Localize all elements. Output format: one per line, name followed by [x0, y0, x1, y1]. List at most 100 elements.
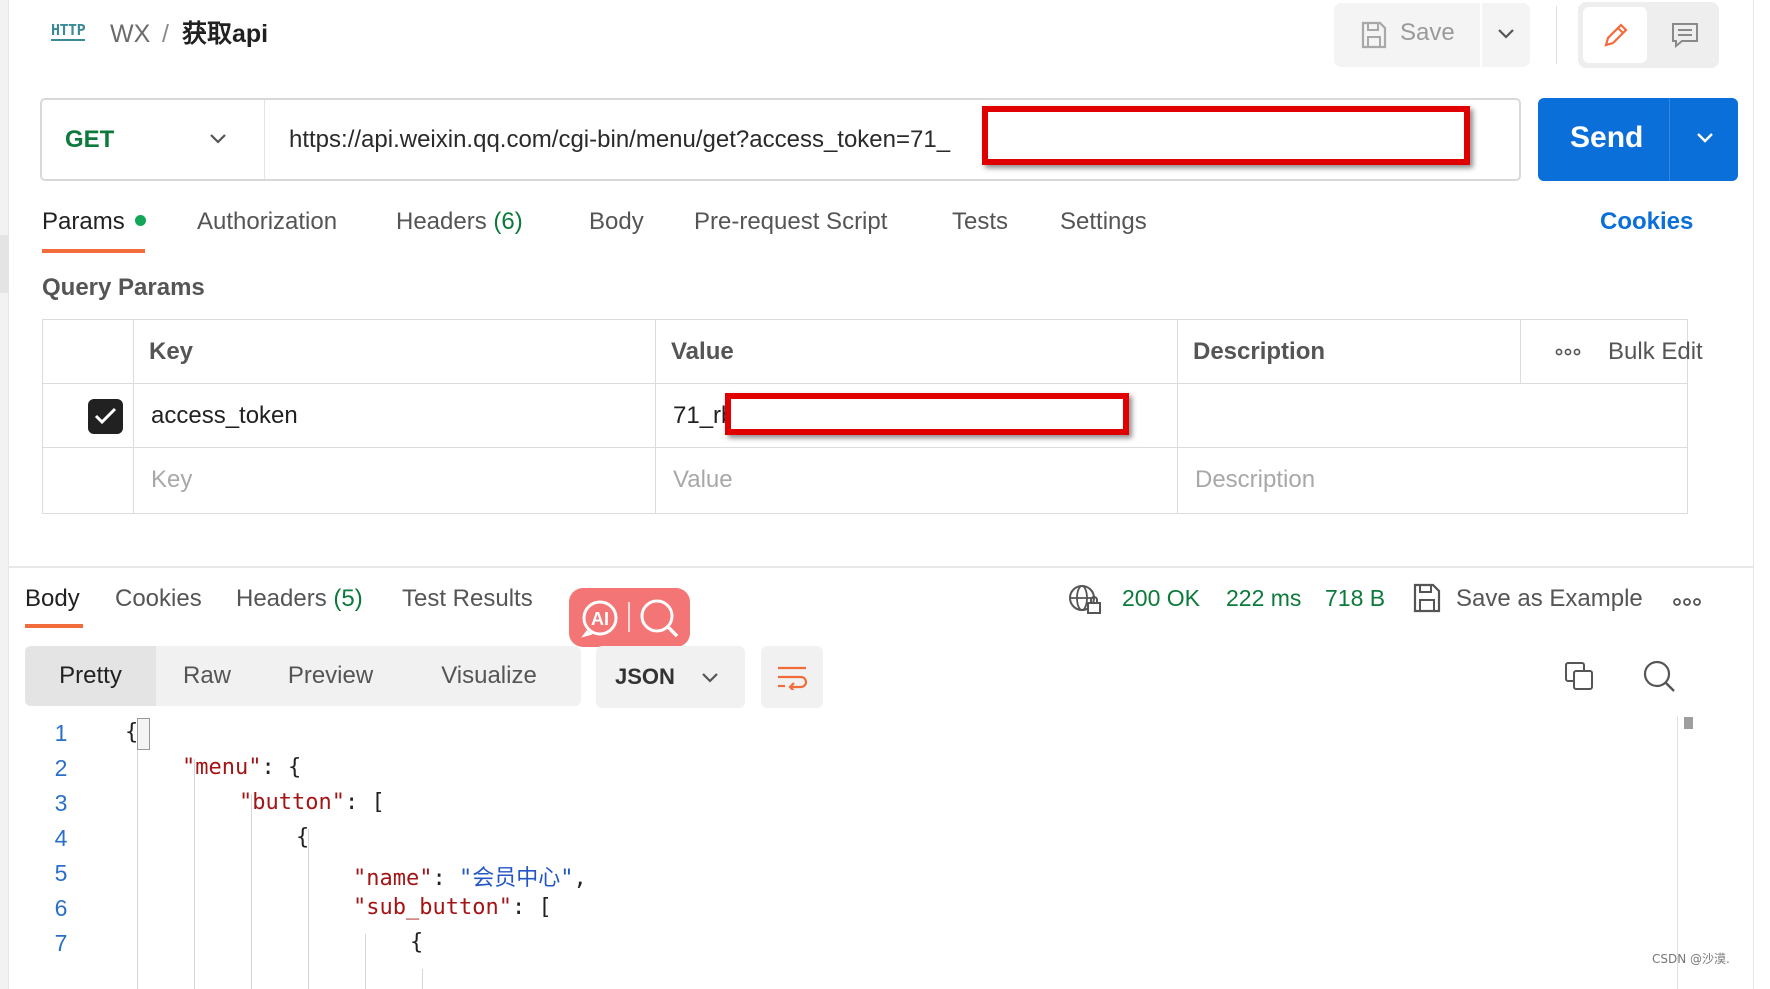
edit-mode-button[interactable] [1583, 7, 1647, 63]
save-as-example-button[interactable]: Save as Example [1456, 585, 1643, 613]
header-divider [1556, 6, 1557, 64]
json-punctuation: { [410, 930, 424, 955]
tab-authorization[interactable]: Authorization [197, 208, 337, 236]
tab-params[interactable]: Params [42, 208, 146, 236]
json-key: "name" [353, 866, 433, 891]
column-header-key: Key [149, 338, 194, 365]
response-status[interactable]: 200 OK [1122, 585, 1200, 612]
ai-icon-label: AI [591, 609, 609, 629]
line-number: 6 [54, 895, 68, 921]
tab-body[interactable]: Body [589, 208, 644, 236]
redaction-box-value [725, 393, 1129, 435]
active-tab-indicator [42, 249, 145, 253]
chevron-down-icon [210, 134, 226, 144]
new-param-value-input[interactable]: Value [673, 466, 733, 494]
tab-params-label: Params [42, 208, 125, 235]
code-line: 3 "button": [ [25, 786, 1665, 821]
json-punctuation: { [125, 720, 139, 745]
request-title[interactable]: 获取api [182, 19, 268, 49]
editor-scrollbar-track[interactable] [1677, 716, 1678, 989]
json-string: "会员中心" [458, 866, 574, 891]
json-key: "sub_button" [353, 895, 512, 920]
view-pretty-button[interactable]: Pretty [25, 646, 156, 706]
line-number: 7 [54, 930, 68, 956]
pencil-icon [1604, 23, 1628, 47]
new-param-key-input[interactable]: Key [151, 466, 192, 494]
code-text: { [125, 720, 138, 745]
more-horizontal-icon[interactable] [1672, 597, 1702, 607]
tab-headers-count: (6) [493, 208, 523, 235]
postman-window: HTTP WX / 获取api Save GET https://api.wei… [0, 0, 1770, 989]
chevron-down-icon [1498, 29, 1514, 39]
code-line: 5 "name": "会员中心", [25, 856, 1665, 891]
copy-icon[interactable] [1563, 660, 1595, 692]
search-icon[interactable] [1642, 659, 1676, 693]
response-view-selector: Pretty Raw Preview Visualize [25, 646, 581, 706]
chevron-down-icon [702, 673, 718, 683]
sidebar-marker [0, 235, 9, 293]
view-raw-label: Raw [182, 662, 231, 689]
response-tab-test-results[interactable]: Test Results [402, 585, 533, 613]
view-preview-button[interactable]: Preview [258, 646, 403, 706]
tab-headers-label: Headers [396, 208, 487, 235]
line-number: 1 [54, 720, 68, 746]
json-punctuation: { [296, 825, 310, 850]
more-horizontal-icon[interactable] [1555, 348, 1581, 356]
response-tab-body[interactable]: Body [25, 585, 80, 613]
response-tab-headers-count: (5) [333, 585, 363, 612]
response-tab-headers-label: Headers [236, 585, 327, 612]
json-key: "menu" [182, 755, 262, 780]
code-text: { [410, 930, 423, 955]
code-line: 7{ [25, 926, 1665, 961]
ai-assistant-bubble[interactable]: AI [569, 588, 690, 647]
json-key: "button" [239, 790, 345, 815]
ai-bubble-divider [628, 602, 630, 632]
save-button[interactable]: Save [1334, 3, 1480, 67]
json-punctuation: : [432, 866, 459, 891]
tab-pre-request-script[interactable]: Pre-request Script [694, 208, 887, 236]
code-text: "name": "会员中心", [353, 860, 587, 892]
response-tab-cookies[interactable]: Cookies [115, 585, 202, 613]
search-icon [640, 599, 679, 638]
cookies-link[interactable]: Cookies [1600, 208, 1693, 236]
send-divider [1669, 98, 1670, 181]
globe-lock-icon[interactable] [1067, 583, 1103, 617]
chevron-down-icon [1697, 133, 1713, 143]
params-active-dot [134, 215, 146, 227]
view-preview-label: Preview [287, 662, 374, 689]
column-header-description: Description [1193, 338, 1326, 365]
line-number: 4 [54, 825, 68, 851]
format-label: JSON [615, 664, 675, 689]
response-body-editor[interactable]: 1 {2 "menu": {3 "button": [ 4 {5 "name": "会员中心… [25, 716, 1685, 989]
query-params-title: Query Params [42, 274, 205, 301]
param-key-cell[interactable]: access_token [151, 402, 298, 430]
view-mode-toggle [1578, 2, 1719, 68]
response-size[interactable]: 718 B [1325, 585, 1385, 612]
method-select[interactable]: GET [42, 100, 265, 179]
watermark: CSDN @沙漠. [1652, 952, 1730, 966]
bulk-edit-link[interactable]: Bulk Edit [1608, 338, 1703, 366]
code-line: 2 "menu": { [25, 751, 1665, 786]
save-options-dropdown[interactable] [1482, 3, 1530, 67]
view-visualize-button[interactable]: Visualize [403, 646, 575, 706]
send-button[interactable]: Send [1538, 98, 1668, 181]
table-row-empty: Key Value Description [43, 448, 1687, 512]
new-param-description-input[interactable]: Description [1195, 466, 1315, 494]
save-example-icon[interactable] [1412, 582, 1442, 614]
wrap-lines-button[interactable] [761, 646, 823, 708]
tab-settings[interactable]: Settings [1060, 208, 1147, 236]
format-select[interactable]: JSON [596, 646, 745, 708]
tab-headers[interactable]: Headers (6) [396, 208, 523, 236]
param-enabled-checkbox[interactable] [88, 399, 123, 434]
comment-icon [1672, 23, 1698, 49]
request-response-divider[interactable] [9, 566, 1753, 568]
breadcrumb-workspace[interactable]: WX [110, 19, 150, 49]
column-header-value: Value [671, 338, 734, 365]
url-input[interactable]: https://api.weixin.qq.com/cgi-bin/menu/g… [289, 126, 950, 154]
method-label: GET [65, 126, 115, 153]
response-time[interactable]: 222 ms [1226, 585, 1301, 612]
view-raw-button[interactable]: Raw [156, 646, 258, 706]
tab-tests[interactable]: Tests [952, 208, 1008, 236]
editor-scrollbar-thumb[interactable] [1684, 717, 1693, 729]
response-tab-headers[interactable]: Headers (5) [236, 585, 363, 613]
